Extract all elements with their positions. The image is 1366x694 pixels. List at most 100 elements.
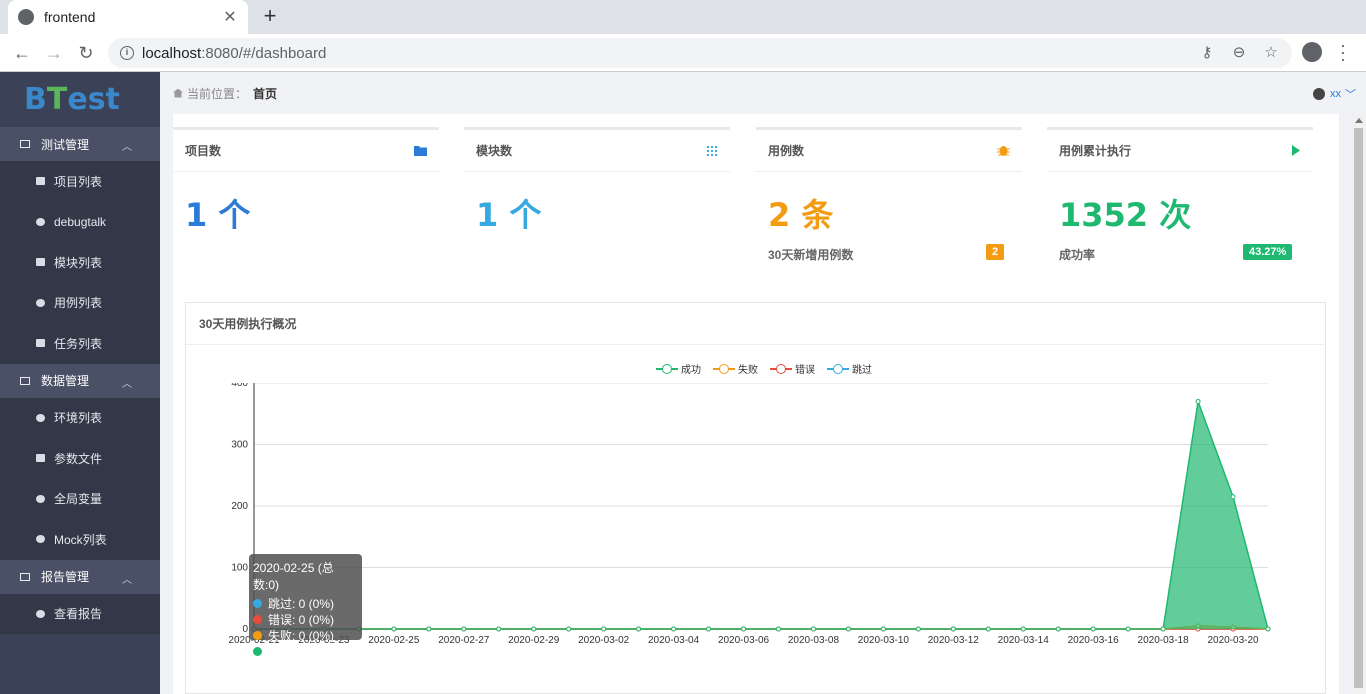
user-name: xx: [1330, 88, 1341, 100]
tooltip-text: 成功: 0 (0%): [268, 644, 335, 659]
success-rate-badge: 43.27%: [1243, 244, 1293, 260]
new-tab-button[interactable]: +: [258, 4, 282, 28]
sidebar-item-label: 参数文件: [54, 451, 103, 466]
profile-avatar-icon[interactable]: [1302, 42, 1322, 62]
card-subtitle: 30天新增用例数: [768, 248, 854, 262]
browser-tab[interactable]: frontend ✕: [8, 0, 248, 34]
file-icon: [36, 454, 45, 463]
sidebar-item-global-vars[interactable]: 全局变量: [0, 478, 160, 519]
tooltip-dot: [253, 630, 262, 640]
menu-group-report-management[interactable]: 报告管理 ︿: [0, 559, 160, 594]
user-menu[interactable]: xx ﹀: [1313, 86, 1356, 102]
x-tick-label: 2020-03-14: [998, 635, 1050, 646]
stat-card-cases: 用例数 2 条 30天新增用例数 2: [756, 127, 1022, 277]
zoom-icon[interactable]: ⊖: [1230, 44, 1248, 62]
sidebar-item-cases[interactable]: 用例列表: [0, 282, 160, 323]
sidebar-item-label: 用例列表: [54, 296, 103, 311]
folder-icon: [414, 146, 427, 156]
data-point: [741, 626, 747, 632]
globe-icon: [36, 494, 45, 503]
sidebar-item-modules[interactable]: 模块列表: [0, 242, 160, 283]
play-icon: [1292, 145, 1300, 156]
data-point: [1125, 626, 1131, 632]
chart-tooltip: 2020-02-25 (总数:0) 跳过: 0 (0%) 错误: 0 (0%) …: [249, 554, 362, 659]
data-point: [1055, 626, 1061, 632]
y-tick-label: 300: [231, 440, 248, 451]
tooltip-dot: [253, 646, 262, 656]
chart-legend: 成功 失败 错误 跳过: [656, 361, 872, 376]
sidebar-item-param-files[interactable]: 参数文件: [0, 438, 160, 479]
data-point: [566, 626, 572, 632]
bookmark-star-icon[interactable]: ☆: [1262, 44, 1280, 62]
address-bar[interactable]: i localhost :8080/#/dashboard ⚷ ⊖ ☆: [108, 38, 1292, 68]
legend-item-success[interactable]: 成功: [656, 361, 701, 376]
data-point: [880, 626, 886, 632]
close-tab-icon[interactable]: ✕: [222, 7, 238, 27]
x-tick-label: 2020-02-25: [368, 635, 420, 646]
x-tick-label: 2020-03-12: [928, 635, 980, 646]
sidebar-item-projects[interactable]: 项目列表: [0, 161, 160, 202]
tooltip-title: 2020-02-25 (总数:0): [253, 561, 334, 592]
bug-icon: [36, 298, 45, 307]
data-point: [845, 626, 851, 632]
folder-icon: [36, 177, 45, 186]
x-tick-label: 2020-03-02: [578, 635, 630, 646]
panel-title: 30天用例执行概况: [186, 303, 1325, 345]
menu-group-label: 测试管理: [41, 137, 90, 152]
data-point: [1020, 626, 1026, 632]
y-tick-label: 200: [231, 501, 248, 512]
data-point: [1160, 626, 1166, 632]
sidebar-item-environments[interactable]: 环境列表: [0, 397, 160, 438]
legend-item-skip[interactable]: 跳过: [827, 361, 872, 376]
url-path: :8080/#/dashboard: [201, 44, 327, 62]
breadcrumb-current[interactable]: 首页: [253, 85, 277, 102]
vertical-scrollbar[interactable]: [1351, 114, 1366, 694]
grid-icon: [36, 258, 45, 267]
logo-letter-b: B: [24, 82, 47, 117]
series-line-0: [254, 401, 1269, 630]
x-tick-label: 2020-03-06: [718, 635, 770, 646]
app-logo[interactable]: B Test: [0, 72, 160, 127]
x-tick-label: 2020-03-20: [1207, 635, 1259, 646]
card-value: 1 个: [185, 196, 251, 234]
key-icon[interactable]: ⚷: [1198, 44, 1216, 62]
browser-menu-icon[interactable]: · · ·: [1340, 36, 1346, 68]
layers-icon: [20, 376, 30, 385]
data-point: [1265, 626, 1271, 632]
tab-title: frontend: [44, 9, 96, 25]
x-tick-label: 2020-03-10: [858, 635, 910, 646]
card-subtitle: 成功率: [1059, 248, 1096, 262]
reload-icon[interactable]: ↻: [74, 41, 98, 65]
data-point: [1090, 626, 1096, 632]
data-point: [391, 626, 397, 632]
legend-item-fail[interactable]: 失败: [713, 361, 758, 376]
forward-icon[interactable]: →: [42, 41, 66, 65]
menu-group-test-management[interactable]: 测试管理 ︿: [0, 127, 160, 161]
sidebar-item-label: 项目列表: [54, 174, 103, 189]
scroll-up-icon[interactable]: [1355, 118, 1363, 123]
data-point: [985, 626, 991, 632]
refresh-icon: [36, 535, 45, 544]
x-tick-label: 2020-03-16: [1068, 635, 1120, 646]
sidebar-item-reports[interactable]: 查看报告: [0, 593, 160, 634]
sidebar-item-mock[interactable]: Mock列表: [0, 519, 160, 560]
data-point: [531, 626, 537, 632]
x-tick-label: 2020-03-08: [788, 635, 840, 646]
data-point: [461, 626, 467, 632]
info-circle-icon: [36, 609, 45, 618]
data-point: [601, 626, 607, 632]
tooltip-text: 跳过: 0 (0%): [268, 596, 335, 611]
legend-item-error[interactable]: 错误: [770, 361, 815, 376]
tooltip-text: 失败: 0 (0%): [268, 628, 335, 643]
back-icon[interactable]: ←: [10, 41, 34, 65]
menu-group-data-management[interactable]: 数据管理 ︿: [0, 363, 160, 398]
info-icon[interactable]: i: [120, 46, 134, 60]
scroll-thumb[interactable]: [1354, 128, 1363, 688]
tooltip-dot: [253, 614, 262, 624]
sidebar-item-tasks[interactable]: 任务列表: [0, 323, 160, 364]
sidebar-item-debugtalk[interactable]: debugtalk: [0, 201, 160, 242]
data-point: [706, 626, 712, 632]
user-icon: [1313, 88, 1325, 100]
calendar-icon: [36, 339, 45, 348]
sidebar-item-label: debugtalk: [54, 214, 107, 229]
